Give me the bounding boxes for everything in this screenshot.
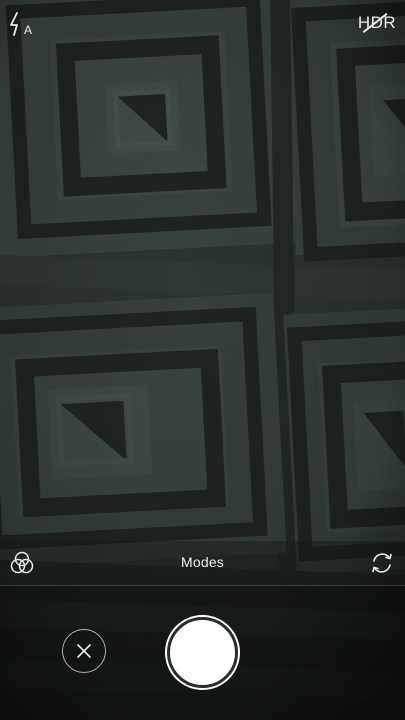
mode-bar: Modes: [0, 541, 405, 586]
hdr-toggle-button[interactable]: HDR: [355, 8, 399, 38]
shutter-button[interactable]: [167, 617, 238, 688]
flash-auto-button[interactable]: A: [6, 8, 40, 38]
capture-controls: [0, 586, 405, 720]
flash-icon: A: [10, 12, 32, 37]
camera-screen: A HDR Modes: [0, 0, 405, 720]
switch-camera-icon: [372, 553, 392, 573]
modes-button[interactable]: Modes: [0, 554, 405, 570]
switch-camera-button[interactable]: [368, 549, 396, 577]
close-button[interactable]: [62, 629, 106, 673]
close-icon: [77, 644, 91, 658]
flash-auto-label: A: [24, 23, 32, 37]
